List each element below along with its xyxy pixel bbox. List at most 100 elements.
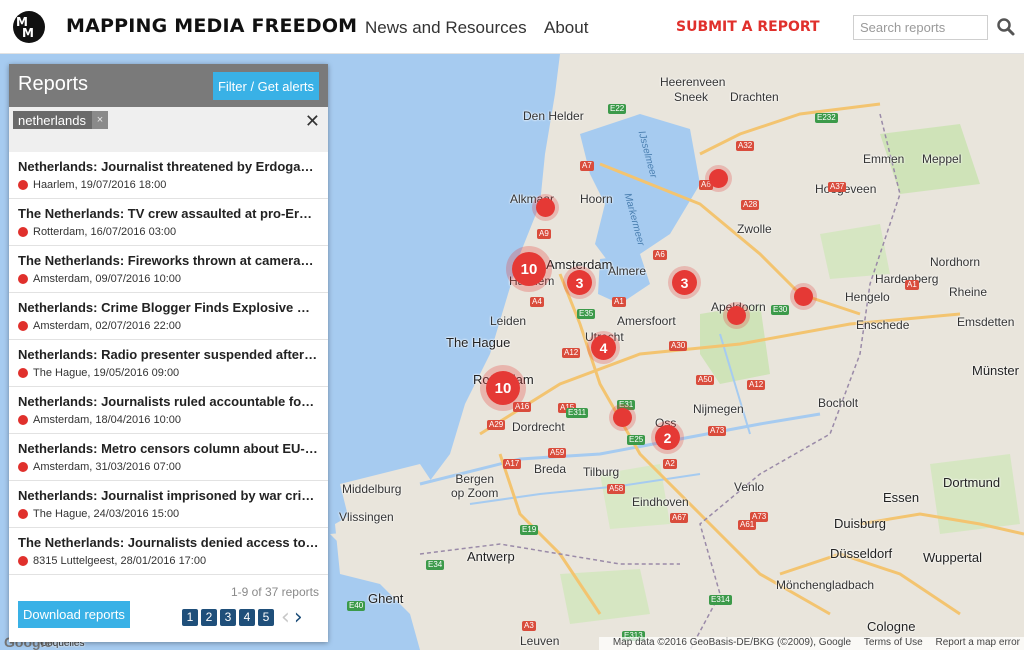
report-cluster[interactable]: 10: [486, 371, 520, 405]
road-shield: A61: [738, 520, 757, 530]
report-meta: 8315 Luttelgeest, 28/01/2016 17:00: [18, 555, 319, 567]
road-shield: A9: [537, 229, 551, 239]
place-hengelo: Hengelo: [845, 290, 890, 304]
road-shield: A16: [513, 402, 532, 412]
place-the-hague: The Hague: [446, 335, 511, 350]
report-meta: Amsterdam, 09/07/2016 10:00: [18, 273, 319, 285]
search-icon[interactable]: [996, 17, 1016, 37]
report-location-date: 8315 Luttelgeest, 28/01/2016 17:00: [33, 555, 207, 567]
place-almere: Almere: [608, 264, 647, 278]
road-shield: A7: [580, 161, 594, 171]
road-shield: A50: [696, 375, 715, 385]
red-dot-icon: [18, 368, 28, 378]
svg-text:M: M: [22, 26, 34, 40]
report-location-date: The Hague, 24/03/2016 15:00: [33, 508, 180, 520]
place-emmen: Emmen: [863, 152, 905, 166]
report-marker[interactable]: [536, 198, 555, 217]
report-marker[interactable]: [709, 169, 728, 188]
clear-filters-icon[interactable]: ✕: [305, 111, 320, 132]
place-eindhoven: Eindhoven: [632, 495, 689, 509]
report-marker[interactable]: [727, 306, 746, 325]
report-item[interactable]: Netherlands: Metro censors column about …: [9, 434, 328, 481]
report-title[interactable]: Netherlands: Journalist imprisoned by wa…: [18, 488, 319, 503]
road-shield: A30: [669, 341, 688, 351]
road-shield: E311: [566, 408, 589, 418]
report-map-error-link[interactable]: Report a map error: [936, 637, 1020, 648]
report-cluster[interactable]: 3: [672, 270, 697, 295]
road-shield: E40: [347, 601, 366, 611]
terms-of-use-link[interactable]: Terms of Use: [864, 637, 923, 648]
place-nordhorn: Nordhorn: [930, 255, 981, 269]
site-title[interactable]: MAPPING MEDIA FREEDOM: [66, 15, 357, 37]
report-cluster[interactable]: 2: [655, 425, 680, 450]
page-3[interactable]: 3: [220, 609, 236, 626]
mmf-logo[interactable]: M M F: [12, 10, 48, 44]
road-shield: A3: [522, 621, 536, 631]
place-heerenveen: Heerenveen: [660, 75, 726, 89]
report-cluster[interactable]: 3: [567, 270, 592, 295]
road-shield: A12: [747, 380, 766, 390]
report-item[interactable]: Netherlands: Crime Blogger Finds Explosi…: [9, 293, 328, 340]
nav-news-and-resources[interactable]: News and Resources: [365, 18, 527, 38]
road-shield: E22: [608, 104, 627, 114]
report-item[interactable]: The Netherlands: TV crew assaulted at pr…: [9, 199, 328, 246]
report-location-date: Amsterdam, 31/03/2016 07:00: [33, 461, 181, 473]
download-reports-button[interactable]: Download reports: [18, 601, 130, 628]
filter-get-alerts-button[interactable]: Filter / Get alerts: [213, 72, 319, 100]
report-title[interactable]: Netherlands: Radio presenter suspended a…: [18, 347, 319, 362]
report-title[interactable]: The Netherlands: Fireworks thrown at cam…: [18, 253, 319, 268]
report-title[interactable]: The Netherlands: Journalists denied acce…: [18, 535, 319, 550]
road-shield: A2: [663, 459, 677, 469]
search-input[interactable]: [853, 15, 988, 40]
report-cluster[interactable]: 10: [512, 252, 546, 286]
report-item[interactable]: Netherlands: Journalists ruled accountab…: [9, 387, 328, 434]
report-cluster[interactable]: 4: [591, 335, 616, 360]
red-dot-icon: [18, 227, 28, 237]
place-drachten: Drachten: [730, 90, 779, 104]
road-shield: A59: [548, 448, 567, 458]
page-5[interactable]: 5: [258, 609, 274, 626]
report-marker[interactable]: [613, 408, 632, 427]
active-filter-row: netherlands × ✕: [9, 107, 328, 152]
remove-tag-icon[interactable]: ×: [91, 111, 108, 129]
report-title[interactable]: Netherlands: Metro censors column about …: [18, 441, 319, 456]
report-location-date: Amsterdam, 18/04/2016 10:00: [33, 414, 181, 426]
pagination: 1 2 3 4 5 ‹ ›: [182, 607, 303, 629]
place-leuven: Leuven: [520, 634, 560, 648]
place-venlo: Venlo: [734, 480, 765, 494]
report-item[interactable]: Netherlands: Radio presenter suspended a…: [9, 340, 328, 387]
report-location-date: Amsterdam, 09/07/2016 10:00: [33, 273, 181, 285]
place-meppel: Meppel: [922, 152, 962, 166]
red-dot-icon: [18, 556, 28, 566]
place-monchengladbach: Mönchengladbach: [776, 578, 875, 592]
red-dot-icon: [18, 415, 28, 425]
report-title[interactable]: The Netherlands: TV crew assaulted at pr…: [18, 206, 319, 221]
report-meta: The Hague, 24/03/2016 15:00: [18, 508, 319, 520]
report-item[interactable]: The Netherlands: Fireworks thrown at cam…: [9, 246, 328, 293]
place-emsdetten: Emsdetten: [957, 315, 1015, 329]
road-shield: A37: [828, 182, 847, 192]
place-enschede: Enschede: [856, 318, 910, 332]
submit-report-link[interactable]: SUBMIT A REPORT: [676, 19, 820, 35]
report-meta: Amsterdam, 31/03/2016 07:00: [18, 461, 319, 473]
place-dordrecht: Dordrecht: [512, 420, 565, 434]
report-item[interactable]: The Netherlands: Journalists denied acce…: [9, 528, 328, 575]
report-title[interactable]: Netherlands: Journalist threatened by Er…: [18, 159, 319, 174]
report-title[interactable]: Netherlands: Journalists ruled accountab…: [18, 394, 319, 409]
report-title[interactable]: Netherlands: Crime Blogger Finds Explosi…: [18, 300, 319, 315]
road-shield: E25: [627, 435, 646, 445]
road-shield: A1: [612, 297, 626, 307]
report-item[interactable]: Netherlands: Journalist imprisoned by wa…: [9, 481, 328, 528]
place-dusseldorf: Düsseldorf: [830, 546, 893, 561]
nav-about[interactable]: About: [544, 18, 588, 38]
page-1[interactable]: 1: [182, 609, 198, 626]
prev-page-icon[interactable]: ‹: [281, 607, 290, 629]
page-2[interactable]: 2: [201, 609, 217, 626]
page-4[interactable]: 4: [239, 609, 255, 626]
report-marker[interactable]: [794, 287, 813, 306]
place-essen: Essen: [883, 490, 920, 505]
place-zwolle: Zwolle: [737, 222, 772, 236]
place-ghent: Ghent: [368, 591, 404, 606]
next-page-icon[interactable]: ›: [294, 607, 303, 629]
report-item[interactable]: Netherlands: Journalist threatened by Er…: [9, 152, 328, 199]
